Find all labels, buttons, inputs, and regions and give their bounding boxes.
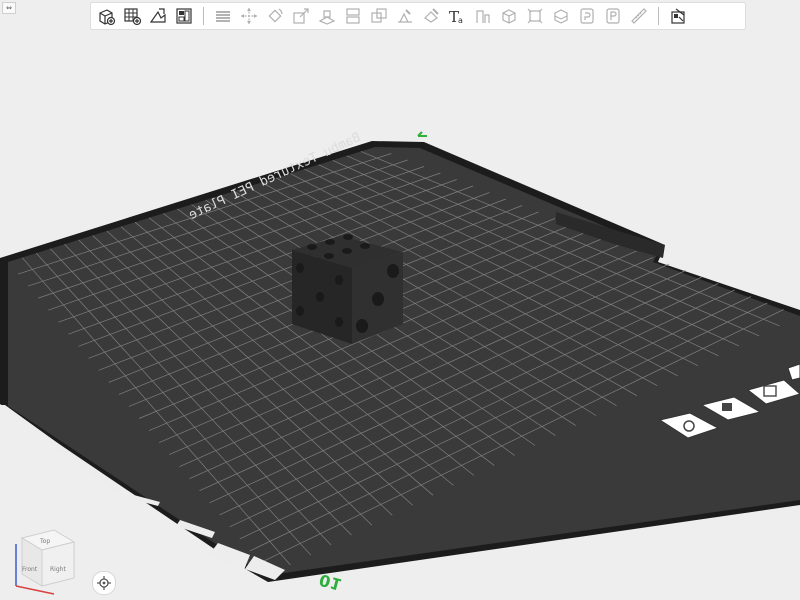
view-cube-top-label[interactable]: Top [40,538,50,545]
lock-icon [722,403,732,411]
measure-button[interactable] [523,4,547,28]
orient-icon [149,8,166,23]
cube-plus-icon [99,9,116,26]
add-object-button[interactable] [94,4,118,28]
layers-icon [216,11,230,22]
view-cube-right-label[interactable]: Right [50,566,66,573]
add-plate-button[interactable] [120,4,144,28]
lay-on-face-button[interactable] [315,4,339,28]
svg-text:a: a [458,16,463,25]
ruler-button[interactable] [627,4,651,28]
svg-icon [476,10,490,23]
cut-icon [346,8,360,24]
boolean-icon [371,8,387,23]
plate-number: 01 [317,570,343,594]
lay-on-face-icon [318,10,336,25]
recenter-view-button[interactable] [92,571,116,595]
arrange-icon [176,8,192,24]
move-icon [241,8,257,24]
rotate-button[interactable] [263,4,287,28]
text-button[interactable]: Ta [445,4,469,28]
3d-viewport[interactable]: Bambu Textured PEI Plate 01 [0,0,800,599]
text-icon: Ta [449,8,463,26]
simplify-icon [502,9,516,24]
grid-plus-icon [124,8,142,26]
variable-layer-icon [554,9,568,24]
build-plate [0,141,800,582]
auto-orient-button[interactable] [146,4,170,28]
toolbar-separator [658,7,659,25]
paint-icon [606,8,620,24]
sidebar-collapse-button[interactable]: ⇔ [2,2,16,14]
variable-layer-button[interactable] [549,4,573,28]
axis-x-icon [15,585,55,595]
toolbar-separator [203,7,204,25]
svg-button[interactable] [471,4,495,28]
paint-button[interactable] [601,4,625,28]
move-button[interactable] [237,4,261,28]
assembly-button[interactable] [575,4,599,28]
support-paint-button[interactable] [393,4,417,28]
measure-icon [527,8,543,24]
view-cube[interactable]: Top Front Right [8,524,84,596]
seam-paint-button[interactable] [419,4,443,28]
rotate-icon [268,8,283,23]
seam-paint-icon [424,8,439,23]
simplify-button[interactable] [497,4,521,28]
axis-y-marker-icon [417,131,427,137]
cut-button[interactable] [341,4,365,28]
scale-icon [293,8,309,24]
arrange-button[interactable] [172,4,196,28]
dice-model[interactable] [292,234,403,344]
assembly-icon [580,8,594,24]
top-toolbar: Ta [90,2,746,30]
target-icon [97,576,111,590]
support-paint-icon [398,9,412,23]
scale-button[interactable] [289,4,313,28]
assembly-view-button[interactable] [666,4,690,28]
assembly-view-icon [671,8,685,24]
split-to-layers-button[interactable] [211,4,235,28]
boolean-button[interactable] [367,4,391,28]
ruler-icon [631,8,647,24]
view-cube-front-label[interactable]: Front [22,566,37,573]
